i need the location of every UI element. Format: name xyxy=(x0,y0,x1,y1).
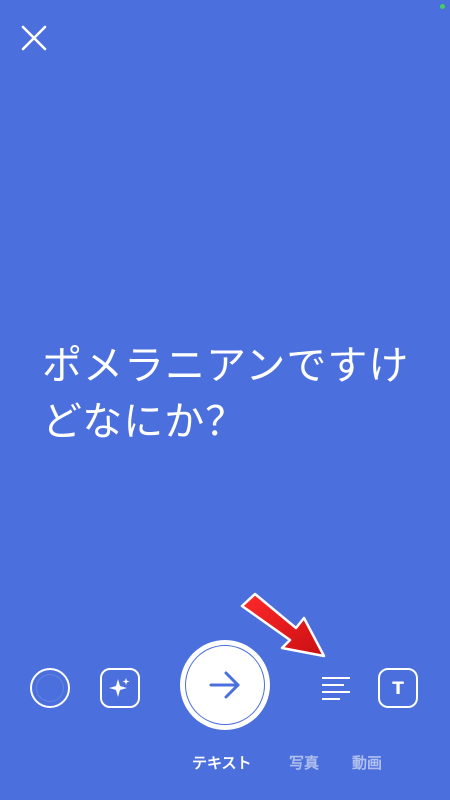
color-circle-icon xyxy=(36,674,64,702)
editor-toolbar: T xyxy=(0,640,450,736)
text-align-button[interactable] xyxy=(316,668,356,708)
arrow-right-icon xyxy=(209,671,240,699)
close-button[interactable] xyxy=(16,20,52,56)
font-style-icon: T xyxy=(392,679,404,699)
effect-button[interactable] xyxy=(100,668,140,708)
font-style-button[interactable]: T xyxy=(378,668,418,708)
close-icon xyxy=(21,25,47,51)
tab-text[interactable]: テキスト xyxy=(192,752,252,773)
story-text-editor: ポメラニアンですけどなにか？ T テキスト 写真 動画 xyxy=(0,0,450,800)
red-pointer-arrow-icon xyxy=(240,592,326,658)
mode-tabs: テキスト 写真 動画 xyxy=(0,752,450,776)
text-align-icon xyxy=(322,677,350,700)
story-text-input[interactable]: ポメラニアンですけどなにか？ xyxy=(42,338,422,450)
svg-text:T: T xyxy=(392,679,404,699)
color-picker-button[interactable] xyxy=(30,668,70,708)
sparkle-effect-icon xyxy=(109,678,130,697)
tab-video[interactable]: 動画 xyxy=(352,752,382,773)
tab-photo[interactable]: 写真 xyxy=(289,752,319,773)
camera-indicator-dot xyxy=(440,4,445,9)
